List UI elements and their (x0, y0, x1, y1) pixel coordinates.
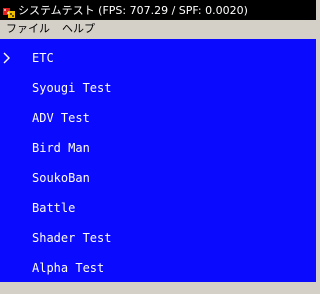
test-menu-item-bird-man[interactable]: Bird Man (32, 139, 90, 157)
chevron-right-icon (3, 52, 10, 64)
menu-file[interactable]: ファイル (0, 20, 56, 38)
menu-bar: ファイル ヘルプ (0, 20, 316, 38)
test-menu-item-soukoban[interactable]: SoukoBan (32, 169, 90, 187)
test-menu-item-syougi-test[interactable]: Syougi Test (32, 79, 111, 97)
test-menu-item-etc[interactable]: ETC (32, 49, 54, 67)
test-menu-item-alpha-test[interactable]: Alpha Test (32, 259, 104, 277)
window-bottom-frame (0, 282, 316, 294)
test-menu-item-shader-test[interactable]: Shader Test (32, 229, 111, 247)
menu-help[interactable]: ヘルプ (56, 20, 101, 38)
window-title: システムテスト (FPS: 707.29 / SPF: 0.0020) (18, 4, 248, 17)
title-bar[interactable]: システムテスト (FPS: 707.29 / SPF: 0.0020) (0, 0, 316, 20)
game-canvas[interactable]: ETC Syougi Test ADV Test Bird Man SoukoB… (0, 39, 316, 282)
app-window: システムテスト (FPS: 707.29 / SPF: 0.0020) ファイル… (0, 0, 316, 294)
test-menu-item-adv-test[interactable]: ADV Test (32, 109, 90, 127)
dice-icon[interactable] (3, 4, 15, 18)
test-menu-item-battle[interactable]: Battle (32, 199, 75, 217)
